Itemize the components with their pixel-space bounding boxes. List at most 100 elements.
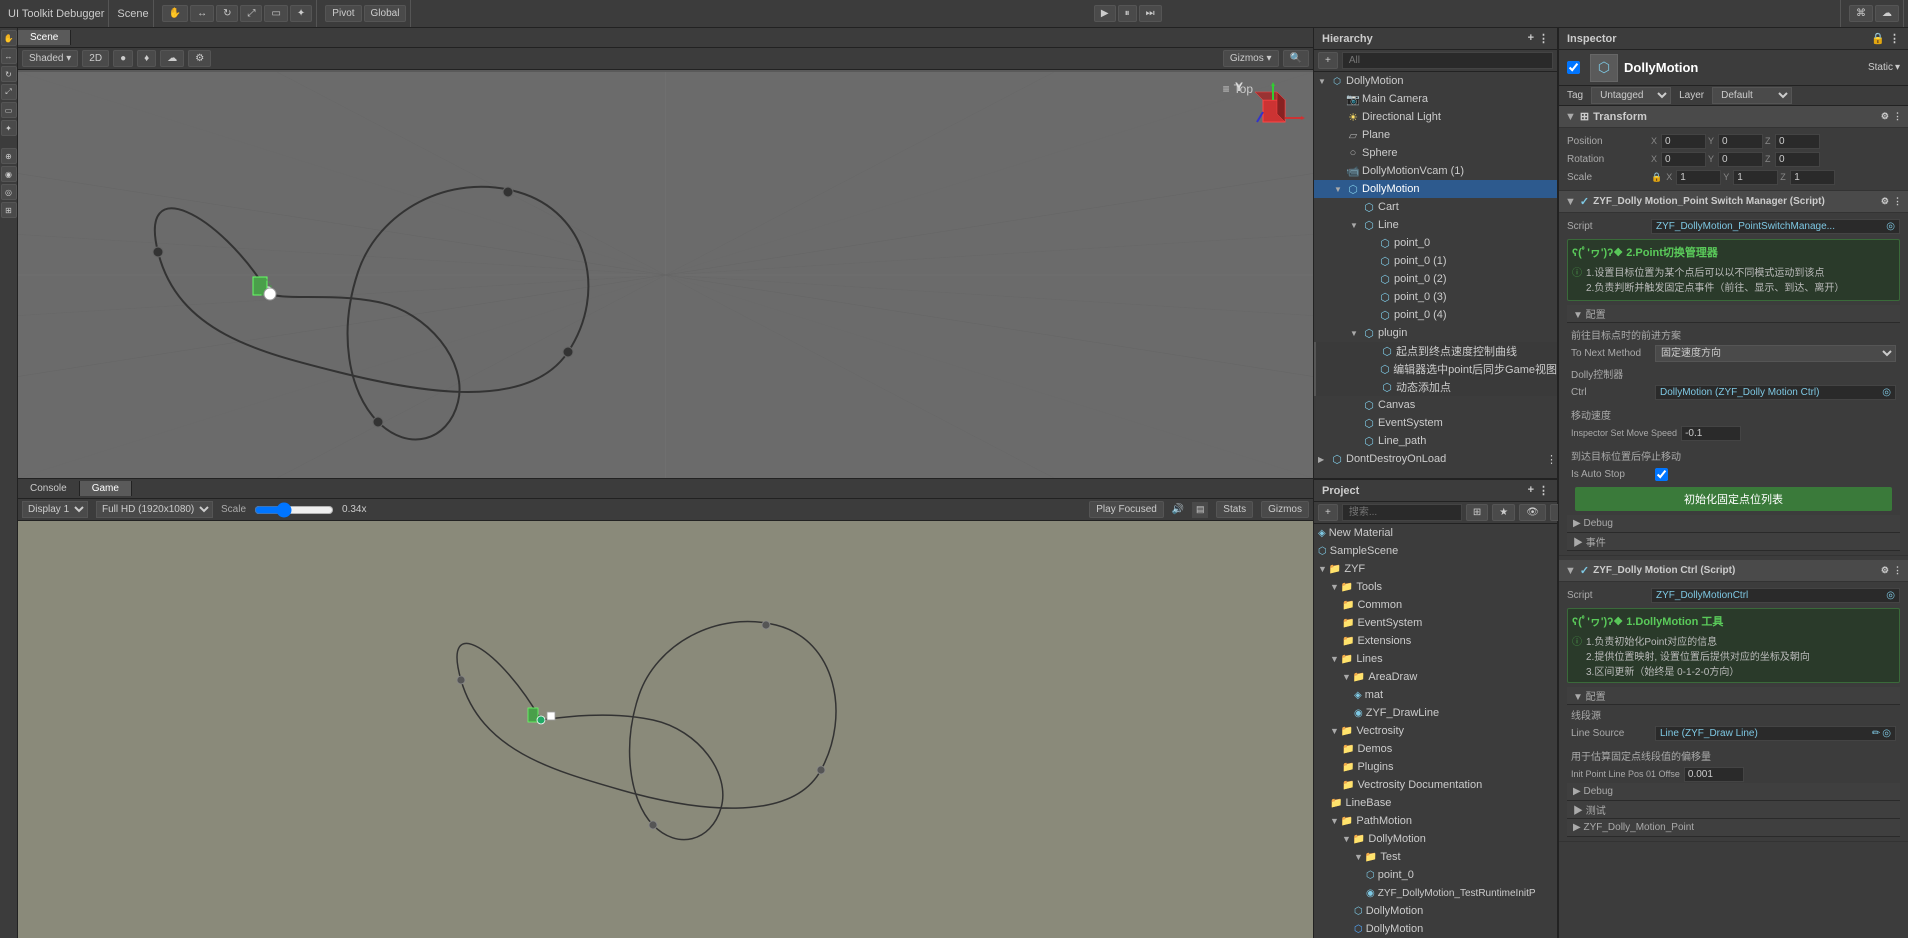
init-point-value[interactable] (1684, 767, 1744, 782)
hierarchy-item-menu[interactable]: ⋮ (1546, 453, 1557, 466)
rotate-tool-btn[interactable]: ↻ (216, 5, 238, 22)
ctrl-select-icon[interactable]: ◎ (1882, 387, 1891, 398)
scene-tool-hidden[interactable]: ⚙ (188, 50, 211, 67)
list-item[interactable]: 📷 Main Camera (1314, 90, 1557, 108)
play-btn[interactable]: ▶ (1094, 5, 1116, 22)
gizmo-widget[interactable] (1255, 82, 1305, 137)
config-section-toggle[interactable]: ▼ 配置 (1567, 305, 1900, 323)
object-active-checkbox[interactable] (1567, 61, 1580, 74)
list-item[interactable]: ⬡ point_0 (4) (1314, 306, 1557, 324)
list-item[interactable]: ⬡ 动态添加点 (1314, 378, 1557, 396)
inspector-lock-icon[interactable]: 🔒 (1871, 32, 1885, 45)
list-item[interactable]: ⬡ 编辑器选中point后同步Game视图 (1314, 360, 1557, 378)
list-item[interactable]: 📁 EventSystem (1314, 614, 1557, 632)
script-field-value[interactable]: ZYF_DollyMotion_PointSwitchManage... ◎ (1651, 219, 1900, 234)
speed-value[interactable] (1681, 426, 1741, 441)
scene-tool-audio[interactable]: ♦ (137, 50, 156, 67)
list-item[interactable]: ○ Sphere (1314, 144, 1557, 162)
list-item[interactable]: ▼ ⬡ DollyMotion (1314, 72, 1557, 90)
collab-btn[interactable]: ☁ (1875, 5, 1899, 22)
list-item[interactable]: ⬡ Canvas (1314, 396, 1557, 414)
line-source-value[interactable]: Line (ZYF_Draw Line) ✏ ◎ (1655, 726, 1896, 741)
list-item[interactable]: ◈ mat (1314, 686, 1557, 704)
list-item[interactable]: 📁 Extensions (1314, 632, 1557, 650)
list-item[interactable]: ⬡ SampleScene (1314, 542, 1557, 560)
list-item[interactable]: 📁 Common (1314, 596, 1557, 614)
list-item[interactable]: ⬡ point_0 (3) (1314, 288, 1557, 306)
display-select[interactable]: Display 1 (22, 501, 88, 518)
tool-extra1[interactable]: ⊕ (1, 148, 17, 164)
move-tool-btn[interactable]: ↔ (190, 5, 214, 22)
scale-y[interactable] (1733, 170, 1778, 185)
script-select-icon[interactable]: ◎ (1886, 221, 1895, 232)
project-star-btn[interactable]: ★ (1492, 504, 1515, 521)
events-section-toggle[interactable]: ▶ 事件 (1567, 533, 1900, 551)
ctrl-script-value[interactable]: ZYF_DollyMotionCtrl ◎ (1651, 588, 1900, 603)
hand-tool-btn[interactable]: ✋ (162, 5, 188, 22)
tool-hand[interactable]: ✋ (1, 30, 17, 46)
is-auto-stop-checkbox[interactable] (1655, 468, 1668, 481)
ctrl-debug-section-toggle[interactable]: ▶ Debug (1567, 783, 1900, 801)
line-source-edit-icon[interactable]: ✏ (1872, 728, 1880, 739)
list-item[interactable]: 📁 Demos (1314, 740, 1557, 758)
scale-x[interactable] (1676, 170, 1721, 185)
scene-tool-2d[interactable]: 2D (82, 50, 109, 67)
list-item[interactable]: ⬡ EventSystem (1314, 414, 1557, 432)
list-item[interactable]: ▼ 📁 Vectrosity (1314, 722, 1557, 740)
script-ctrl-settings-icon[interactable]: ⚙ (1881, 565, 1889, 576)
position-z[interactable] (1775, 134, 1820, 149)
debug-section-toggle[interactable]: ▶ Debug (1567, 515, 1900, 533)
pivot-btn[interactable]: Pivot (325, 5, 361, 22)
list-item[interactable]: ▼ 📁 DollyMotion (1314, 830, 1557, 848)
to-next-method-select[interactable]: 固定速度方向 (1655, 345, 1896, 362)
hierarchy-menu-icon[interactable]: ⋮ (1538, 32, 1549, 45)
inspector-menu-icon[interactable]: ⋮ (1889, 32, 1900, 45)
rotation-y[interactable] (1718, 152, 1763, 167)
list-item[interactable]: ⬡ DollyMotion (1314, 902, 1557, 920)
global-btn[interactable]: Global (364, 5, 407, 22)
scale-lock-icon[interactable]: 🔒 (1651, 172, 1662, 183)
tool-extra3[interactable]: ◎ (1, 184, 17, 200)
hierarchy-search[interactable] (1342, 52, 1553, 69)
gizmos-btn[interactable]: Gizmos (1261, 501, 1309, 518)
scene-tool-fx[interactable]: ☁ (160, 50, 184, 67)
tool-scale[interactable]: ⤢ (1, 84, 17, 100)
ctrl-point-section-toggle[interactable]: ▶ ZYF_Dolly_Motion_Point (1567, 819, 1900, 837)
stats-btn[interactable]: Stats (1216, 501, 1253, 518)
list-item[interactable]: ▱ Plane (1314, 126, 1557, 144)
list-item[interactable]: ▶ ⬡ DontDestroyOnLoad ⋮ (1314, 450, 1557, 468)
tool-extra4[interactable]: ⊞ (1, 202, 17, 218)
ctrl-config-section-toggle[interactable]: ▼ 配置 (1567, 687, 1900, 705)
tab-scene[interactable]: Scene (18, 30, 71, 45)
pause-btn[interactable]: ⏸ (1118, 5, 1137, 22)
tool-rotate[interactable]: ↻ (1, 66, 17, 82)
hierarchy-add-icon[interactable]: + (1528, 32, 1534, 45)
scale-tool-btn[interactable]: ⤢ (240, 5, 262, 22)
project-search[interactable] (1342, 504, 1462, 521)
all-tool-btn[interactable]: ✦ (290, 5, 312, 22)
list-item[interactable]: 📹 DollyMotionVcam (1) (1314, 162, 1557, 180)
transform-component-header[interactable]: ▼ ⊞ Transform ⚙ ⋮ (1559, 106, 1908, 128)
list-item[interactable]: ⬡ DollyMotion (1314, 920, 1557, 938)
tool-rect[interactable]: ▭ (1, 102, 17, 118)
list-item[interactable]: ◉ ZYF_DollyMotion_TestRuntimeInitP (1314, 884, 1557, 902)
project-menu-icon[interactable]: ⋮ (1538, 484, 1549, 497)
rotation-x[interactable] (1661, 152, 1706, 167)
script-manager-menu-icon[interactable]: ⋮ (1893, 196, 1902, 207)
project-add-icon[interactable]: + (1528, 484, 1534, 497)
ctrl-script-select-icon[interactable]: ◎ (1886, 590, 1895, 601)
list-item[interactable]: ▼ ⬡ DollyMotion (1314, 180, 1557, 198)
tool-all[interactable]: ✦ (1, 120, 17, 136)
list-item[interactable]: ⬡ point_0 (1) (1314, 252, 1557, 270)
transform-menu-icon[interactable]: ⋮ (1893, 111, 1902, 122)
scale-z[interactable] (1790, 170, 1835, 185)
script-manager-component-header[interactable]: ▼ ✓ ZYF_Dolly Motion_Point Switch Manage… (1559, 191, 1908, 213)
resolution-select[interactable]: Full HD (1920x1080) (96, 501, 213, 518)
scale-slider[interactable] (254, 502, 334, 518)
list-item[interactable]: ▼ 📁 ZYF (1314, 560, 1557, 578)
scene-tool-shaded[interactable]: Shaded ▾ (22, 50, 78, 67)
list-item[interactable]: ◉ ZYF_DrawLine (1314, 704, 1557, 722)
list-item[interactable]: ⬡ point_0 (2) (1314, 270, 1557, 288)
object-name[interactable]: DollyMotion (1624, 60, 1698, 75)
tab-game[interactable]: Game (80, 481, 132, 496)
